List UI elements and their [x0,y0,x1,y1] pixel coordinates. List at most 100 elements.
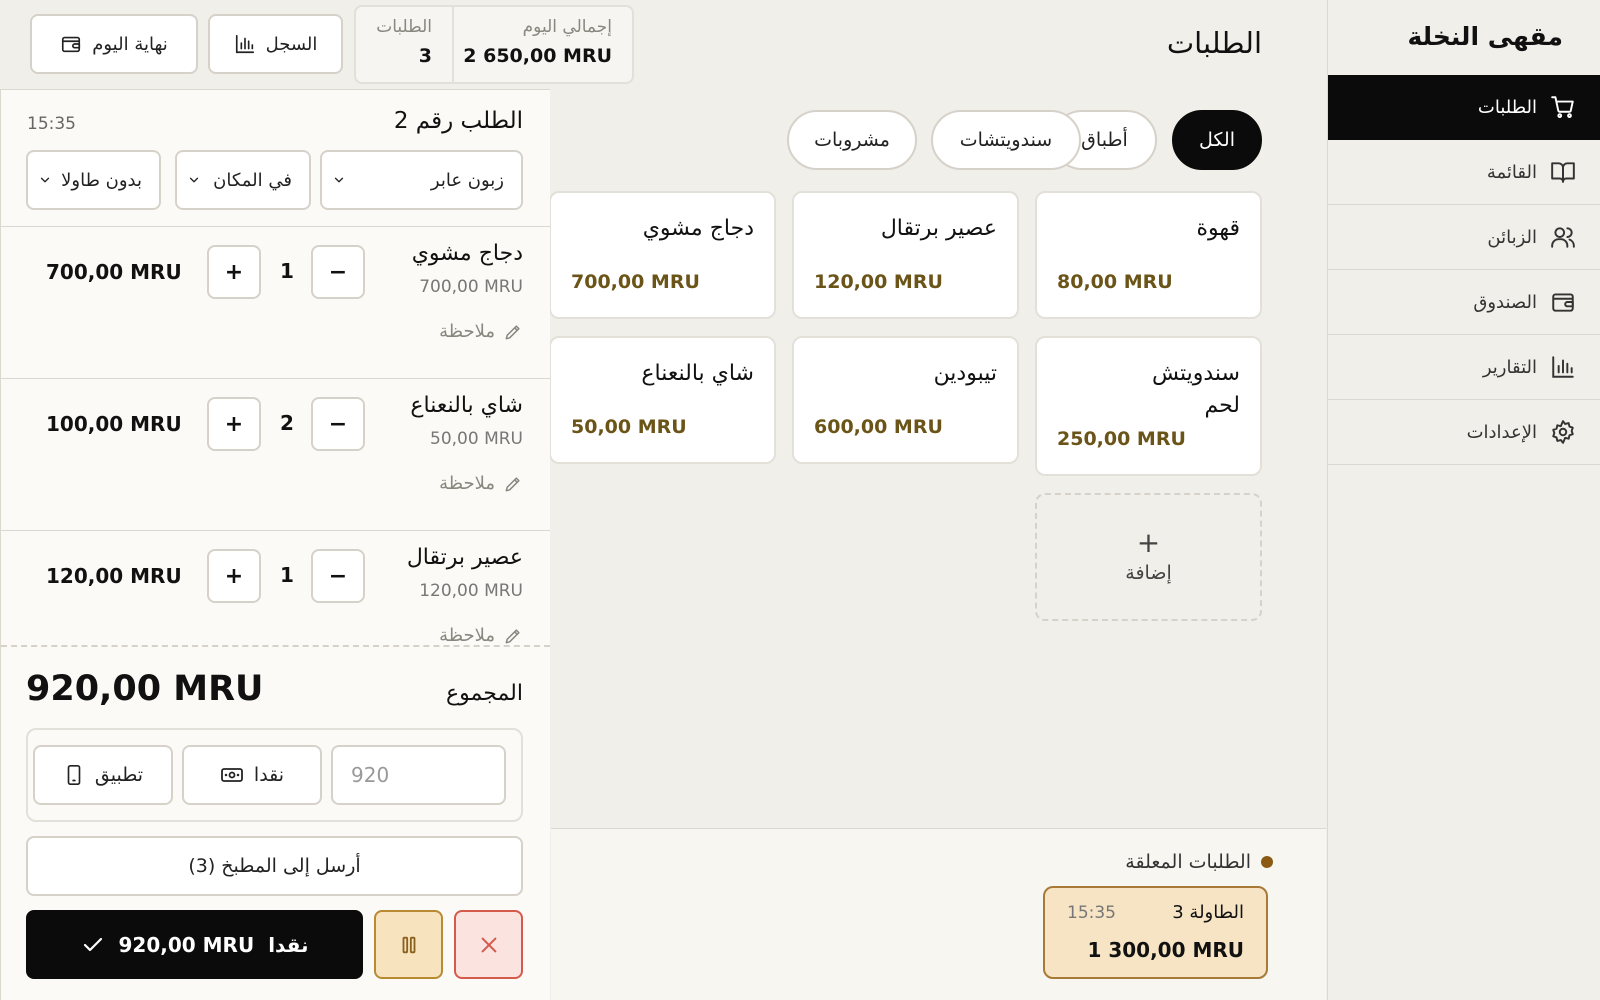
customer-select[interactable]: زبون عابر [320,150,523,210]
sidebar-item-reports[interactable]: التقارير [1328,335,1600,400]
product-name: شاي بالنعناع [641,361,754,386]
wallet-icon [1549,288,1577,316]
sidebar-item-customers[interactable]: الزبائن [1328,205,1600,270]
sidebar-item-label: الزبائن [1487,226,1537,248]
pay-app-label: تطبيق [94,764,144,786]
add-note-button[interactable]: ملاحظة [439,321,523,342]
end-of-day-button[interactable]: نهاية اليوم [30,14,198,74]
chevron-down-icon [38,173,52,187]
sidebar-item-cashbox[interactable]: الصندوق [1328,270,1600,335]
decrease-qty-button[interactable]: − [311,549,365,603]
history-button[interactable]: السجل [208,14,343,74]
increase-qty-button[interactable]: + [207,549,261,603]
checkout-amount: 920,00 MRU [118,932,255,957]
orders-count-value: 3 [418,45,432,67]
order-line-item: شاي بالنعناع 50,00 MRU ملاحظة − 2 + 100,… [1,379,550,531]
product-price: 120,00 MRU [814,271,943,293]
product-name: دجاج مشوي [642,216,754,241]
tab-sandwiches[interactable]: سندويتشات [931,110,1081,170]
checkout-label: نقدا [268,932,309,957]
pay-app-button[interactable]: تطبيق [33,745,173,805]
pending-order-table: الطاولة 3 [1172,902,1244,923]
product-price: 250,00 MRU [1057,428,1186,450]
pause-icon [398,934,420,956]
cancel-order-button[interactable] [454,910,523,979]
product-card-coffee[interactable]: قهوة 80,00 MRU [1035,191,1262,319]
item-unit-price: 120,00 MRU [419,581,523,601]
order-totals: المجموع 920,00 MRU نقدا تطبيق أرسل إلى ا… [1,645,550,1000]
add-note-button[interactable]: ملاحظة [439,473,523,494]
tab-all[interactable]: الكل [1172,110,1262,170]
item-name: دجاج مشوي [411,241,523,266]
service-type-select[interactable]: في المكان [175,150,311,210]
pending-orders-section: الطلبات المعلقة الطاولة 3 15:35 1 300,00… [551,828,1326,1000]
sum-label: المجموع [446,681,523,706]
orders-count-stat: الطلبات 3 [356,7,454,82]
pencil-icon [503,626,523,646]
payment-box: نقدا تطبيق [26,728,523,822]
decrease-qty-button[interactable]: − [311,245,365,299]
pending-order-time: 15:35 [1067,903,1116,923]
product-card-orange-juice[interactable]: عصير برتقال 120,00 MRU [792,191,1019,319]
product-card-grilled-chicken[interactable]: دجاج مشوي 700,00 MRU [549,191,776,319]
product-price: 50,00 MRU [571,416,687,438]
amount-received-input[interactable] [331,745,506,805]
tab-drinks[interactable]: مشروبات [787,110,917,170]
wallet-icon [60,33,82,55]
increase-qty-button[interactable]: + [207,245,261,299]
item-name: شاي بالنعناع [410,393,523,418]
add-product-button[interactable]: + إضافة [1035,493,1262,621]
send-to-kitchen-button[interactable]: أرسل إلى المطبخ (3) [26,836,523,896]
pending-order-amount: 1 300,00 MRU [1087,938,1244,962]
item-total: 100,00 MRU [46,412,182,436]
pending-order-card[interactable]: الطاولة 3 15:35 1 300,00 MRU [1043,886,1268,979]
service-type-value: في المكان [213,169,292,191]
item-quantity: 1 [280,563,294,587]
sidebar-item-label: الصندوق [1473,291,1537,313]
increase-qty-button[interactable]: + [207,397,261,451]
product-name: تيبودين [933,361,997,386]
minus-icon: − [328,259,348,285]
product-name: قهوة [1196,216,1240,241]
plus-icon: + [224,259,244,285]
end-of-day-label: نهاية اليوم [92,33,168,55]
sidebar-item-label: القائمة [1486,161,1537,183]
sidebar-item-settings[interactable]: الإعدادات [1328,400,1600,465]
item-name: عصير برتقال [406,545,523,570]
pay-cash-button[interactable]: نقدا [182,745,322,805]
hold-order-button[interactable] [374,910,443,979]
bar-chart-icon [1549,353,1577,381]
pencil-icon [503,322,523,342]
pending-orders-title: الطلبات المعلقة [1125,851,1273,873]
daily-total-label: إجمالي اليوم [522,17,612,37]
product-card-tieboudienne[interactable]: تيبودين 600,00 MRU [792,336,1019,464]
decrease-qty-button[interactable]: − [311,397,365,451]
add-note-button[interactable]: ملاحظة [439,625,523,645]
product-name: سندويتش لحم [1151,361,1240,418]
note-label: ملاحظة [439,473,495,494]
order-line-item: عصير برتقال 120,00 MRU ملاحظة − 1 + 120,… [1,531,550,645]
plus-icon: + [1136,526,1161,559]
daily-total-value: 2 650,00 MRU [463,45,612,67]
checkout-button[interactable]: نقدا 920,00 MRU [26,910,363,979]
sidebar-item-orders[interactable]: الطلبات [1328,75,1600,140]
item-unit-price: 700,00 MRU [419,277,523,297]
cart-icon [1549,93,1577,121]
note-label: ملاحظة [439,321,495,342]
daily-total-stat: إجمالي اليوم 2 650,00 MRU [454,7,632,82]
plus-icon: + [224,563,244,589]
users-icon [1549,223,1577,251]
chevron-down-icon [332,173,346,187]
pending-orders-label: الطلبات المعلقة [1125,851,1251,873]
order-items-list[interactable]: دجاج مشوي 700,00 MRU ملاحظة − 1 + 700,00… [1,226,550,645]
product-card-mint-tea[interactable]: شاي بالنعناع 50,00 MRU [549,336,776,464]
book-icon [1549,158,1577,186]
chevron-down-icon [187,173,201,187]
sidebar-item-menu[interactable]: القائمة [1328,140,1600,205]
product-price: 80,00 MRU [1057,271,1173,293]
history-button-label: السجل [265,33,318,55]
sidebar-item-label: التقارير [1482,356,1537,378]
order-line-item: دجاج مشوي 700,00 MRU ملاحظة − 1 + 700,00… [1,227,550,379]
table-select[interactable]: بدون طاولا [26,150,161,210]
product-card-meat-sandwich[interactable]: سندويتش لحم 250,00 MRU [1035,336,1262,476]
